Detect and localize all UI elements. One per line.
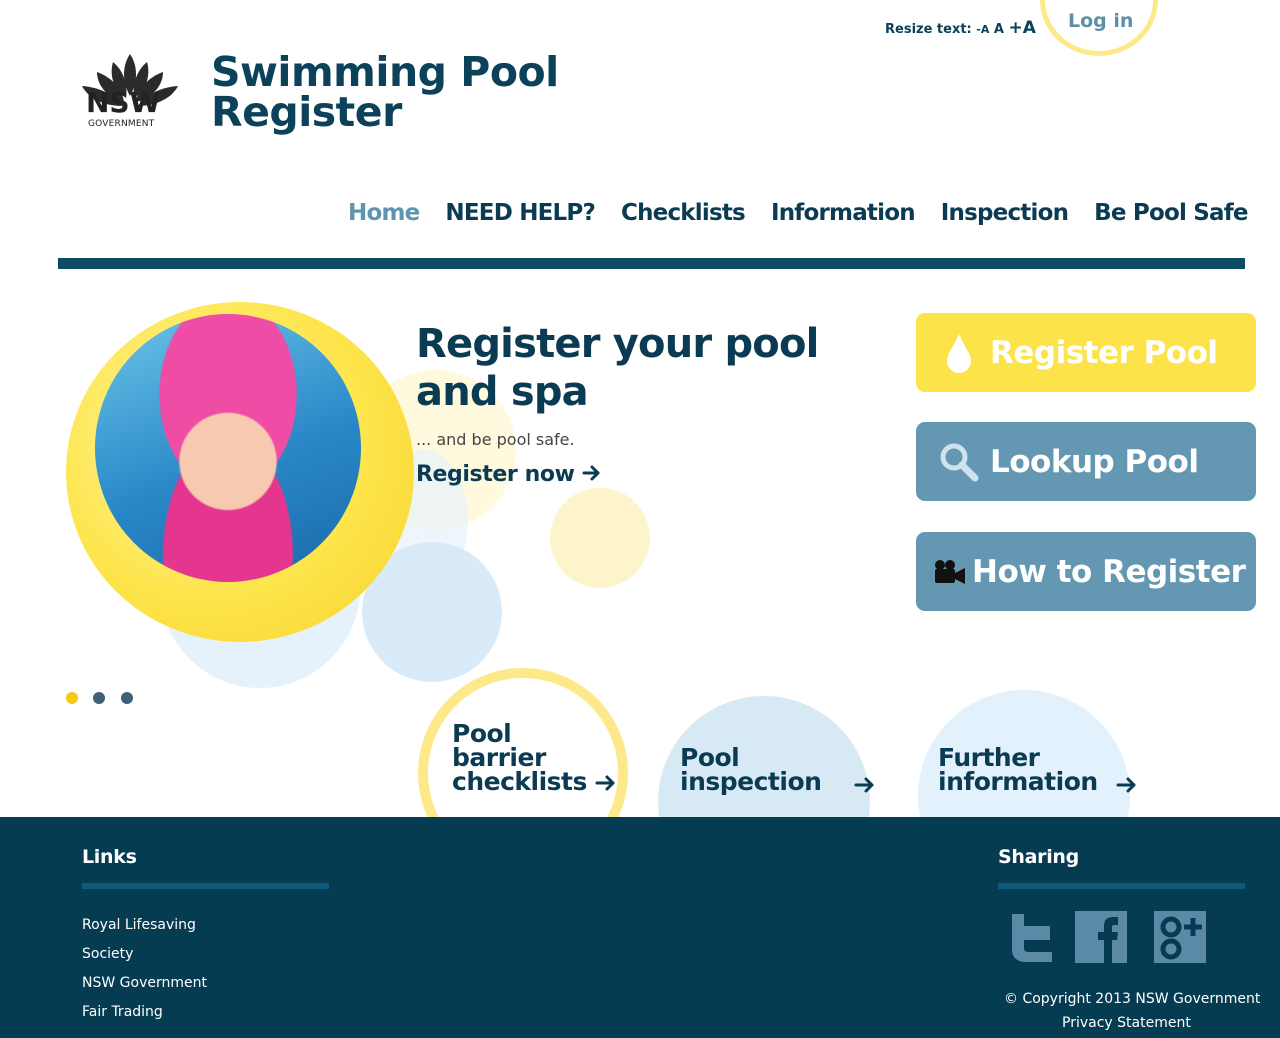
lookup-pool-label: Lookup Pool <box>990 443 1199 480</box>
magnifier-icon <box>934 441 984 483</box>
further-information-link[interactable]: Further information <box>938 745 1138 796</box>
nav-need-help[interactable]: NEED HELP? <box>445 200 595 226</box>
register-pool-label: Register Pool <box>990 334 1218 371</box>
footer-links-title: Links <box>82 846 137 868</box>
privacy-statement-link[interactable]: Privacy Statement <box>1062 1015 1191 1031</box>
arrow-right-icon <box>854 777 874 793</box>
ql3-line2: information <box>938 767 1098 796</box>
resize-text-controls: Resize text: -A A +A <box>885 18 1036 38</box>
resize-smaller-button[interactable]: -A <box>976 23 989 36</box>
lookup-pool-button[interactable]: Lookup Pool <box>916 422 1256 501</box>
nav-inspection[interactable]: Inspection <box>941 200 1069 226</box>
footer-sharing-divider <box>998 883 1245 889</box>
twitter-icon[interactable] <box>1006 910 1060 964</box>
carousel-dot-2[interactable] <box>93 692 105 704</box>
copyright-text: © Copyright 2013 NSW Government <box>1004 991 1261 1007</box>
pool-barrier-checklists-link[interactable]: Pool barrier checklists <box>452 721 617 796</box>
video-camera-icon <box>930 558 970 586</box>
footer-sharing-title: Sharing <box>998 846 1079 868</box>
pool-inspection-link[interactable]: Pool inspection <box>680 745 876 796</box>
ql2-line2: inspection <box>680 767 822 796</box>
main-nav: Home NEED HELP? Checklists Information I… <box>348 200 1249 226</box>
arrow-right-icon <box>1116 777 1136 793</box>
ql1-line3: checklists <box>452 767 587 796</box>
hero-title-line2: and spa <box>416 369 589 415</box>
site-title[interactable]: Swimming Pool Register <box>211 48 559 136</box>
arrow-right-icon <box>582 465 600 481</box>
nav-information[interactable]: Information <box>771 200 916 226</box>
resize-larger-button[interactable]: +A <box>1009 18 1036 38</box>
register-now-label: Register now <box>416 462 575 487</box>
footer-links-divider <box>82 883 329 889</box>
resize-text-label: Resize text: <box>885 22 972 37</box>
site-title-line2: Register <box>211 88 402 136</box>
login-link[interactable]: Log in <box>1068 10 1133 32</box>
google-plus-icon[interactable] <box>1153 910 1207 964</box>
register-now-link[interactable]: Register now <box>416 462 602 487</box>
footer-link-royal-lifesaving[interactable]: Royal Lifesaving <box>82 917 196 933</box>
footer-link-nsw-government[interactable]: NSW Government <box>82 975 207 991</box>
site-title-line1: Swimming Pool <box>211 48 559 96</box>
nav-be-pool-safe[interactable]: Be Pool Safe <box>1094 200 1248 226</box>
hero-photo-child-in-pool <box>95 314 361 582</box>
hero-title-line1: Register your pool <box>416 321 819 367</box>
facebook-icon[interactable] <box>1074 910 1128 964</box>
how-to-register-label: How to Register <box>972 553 1246 590</box>
arrow-right-icon <box>595 775 615 791</box>
water-drop-icon <box>934 332 984 374</box>
footer-link-society[interactable]: Society <box>82 946 133 962</box>
carousel-dot-3[interactable] <box>121 692 133 704</box>
resize-normal-button[interactable]: A <box>994 22 1004 37</box>
register-pool-button[interactable]: Register Pool <box>916 313 1256 392</box>
hero-subtitle: ... and be pool safe. <box>416 430 575 449</box>
nav-checklists[interactable]: Checklists <box>621 200 746 226</box>
how-to-register-button[interactable]: How to Register <box>916 532 1256 611</box>
logo-nsw-text: NSW <box>86 86 161 119</box>
nav-divider-bar <box>58 258 1245 269</box>
carousel-dot-1[interactable] <box>66 692 78 704</box>
hero-title: Register your pool and spa <box>416 320 836 416</box>
logo-government-text: GOVERNMENT <box>88 119 155 129</box>
nav-home[interactable]: Home <box>348 200 420 226</box>
footer-link-fair-trading[interactable]: Fair Trading <box>82 1004 163 1020</box>
decor-bubble <box>550 488 650 588</box>
